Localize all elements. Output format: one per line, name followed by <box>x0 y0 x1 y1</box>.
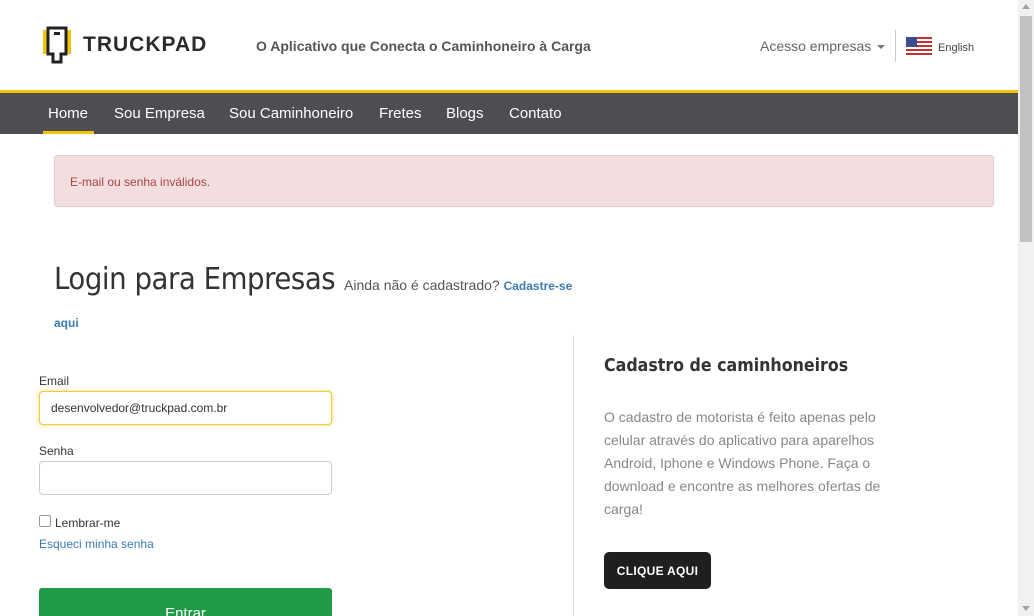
drivers-description: O cadastro de motorista é feito apenas p… <box>604 409 881 517</box>
truckpad-logo-icon <box>43 24 71 66</box>
register-link[interactable]: Cadastre-se <box>504 279 573 293</box>
drivers-title: Cadastro de caminhoneiros <box>604 355 849 376</box>
acesso-empresas-label: Acesso empresas <box>760 38 872 54</box>
remember-label[interactable]: Lembrar-me <box>55 516 120 530</box>
acesso-empresas-dropdown[interactable]: Acesso empresas <box>760 38 886 54</box>
submit-button[interactable]: Entrar <box>39 588 332 616</box>
caret-down-icon <box>877 45 886 49</box>
page-title: Login para Empresas <box>54 262 336 297</box>
nav-item-contato[interactable]: Contato <box>509 105 562 122</box>
register-prompt-text: Ainda não é cadastrado? <box>344 277 500 293</box>
remember-checkbox[interactable] <box>39 515 51 527</box>
brand-name: TRUCKPAD <box>83 33 208 56</box>
tagline: O Aplicativo que Conecta o Caminhoneiro … <box>256 38 591 54</box>
column-divider <box>573 335 574 616</box>
register-prompt: Ainda não é cadastrado? Cadastre-se <box>344 277 572 293</box>
submit-label: Entrar <box>165 605 206 616</box>
header-divider <box>895 30 896 62</box>
nav-item-blogs[interactable]: Blogs <box>446 105 484 122</box>
scroll-down-icon[interactable] <box>1022 606 1030 611</box>
password-field[interactable] <box>39 461 332 495</box>
register-link-aqui[interactable]: aqui <box>54 316 79 330</box>
scroll-up-icon[interactable] <box>1022 4 1030 9</box>
nav-item-sou-caminhoneiro[interactable]: Sou Caminhoneiro <box>229 105 353 122</box>
language-selector[interactable]: English <box>906 37 974 58</box>
nav-active-indicator <box>43 131 94 134</box>
nav-item-home[interactable]: Home <box>48 105 88 122</box>
email-field[interactable]: desenvolvedor@truckpad.com.br <box>39 391 332 425</box>
nav-item-fretes[interactable]: Fretes <box>379 105 422 122</box>
forgot-password-link[interactable]: Esqueci minha senha <box>39 537 154 551</box>
brand-logo[interactable]: TRUCKPAD <box>43 24 207 66</box>
password-label: Senha <box>39 444 74 458</box>
error-message: E-mail ou senha inválidos. <box>70 175 211 189</box>
clique-aqui-button[interactable]: CLIQUE AQUI <box>604 552 711 589</box>
email-value: desenvolvedor@truckpad.com.br <box>51 401 228 415</box>
error-alert: E-mail ou senha inválidos. <box>54 155 994 207</box>
us-flag-icon <box>906 37 932 58</box>
site-header: TRUCKPAD O Aplicativo que Conecta o Cami… <box>0 0 1018 90</box>
language-label: English <box>938 41 975 54</box>
main-nav: Home Sou Empresa Sou Caminhoneiro Fretes… <box>0 90 1018 134</box>
email-label: Email <box>39 374 70 388</box>
nav-item-sou-empresa[interactable]: Sou Empresa <box>114 105 205 122</box>
clique-aqui-label: CLIQUE AQUI <box>616 563 699 578</box>
scrollbar-thumb[interactable] <box>1020 16 1032 242</box>
